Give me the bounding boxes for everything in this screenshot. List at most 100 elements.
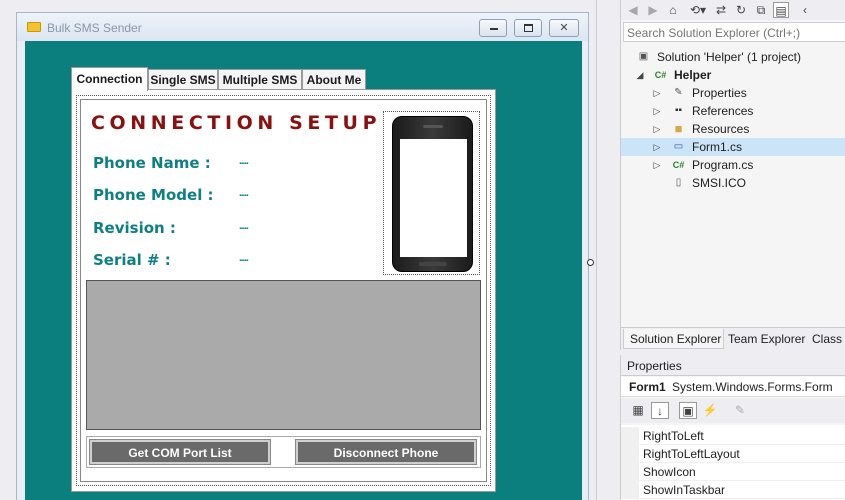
log-textarea[interactable] <box>86 280 481 430</box>
revision-value: ..... <box>239 221 249 232</box>
tree-item-properties[interactable]: ▷ ✎ Properties <box>621 84 845 102</box>
forward-icon[interactable]: ▶ <box>645 2 661 18</box>
solution-search-box[interactable] <box>623 22 845 42</box>
tree-item-label: Program.cs <box>692 158 754 172</box>
collapsed-arrow-icon[interactable]: ▷ <box>652 105 662 117</box>
form-client-area: Connection Single SMS Multiple SMS About… <box>25 41 582 500</box>
sync-icon[interactable]: ⇄ <box>713 2 729 18</box>
collapsed-arrow-icon[interactable]: ▷ <box>652 87 662 99</box>
solution-icon: ▣ <box>638 51 649 62</box>
phone-picturebox[interactable] <box>383 111 480 275</box>
tree-item-helper[interactable]: ◢ C# Helper <box>621 66 845 84</box>
phone-model-value: ..... <box>239 188 249 199</box>
home-icon[interactable]: ⌂ <box>665 2 681 18</box>
property-name: ShowIcon <box>643 465 696 479</box>
alphabetical-icon[interactable]: ↓ <box>651 402 669 419</box>
panel-container: CONNECTION SETUP Phone Name : ..... Phon… <box>76 95 491 486</box>
close-button[interactable]: ✕ <box>549 19 579 37</box>
tab-about-me[interactable]: About Me <box>302 69 366 90</box>
properties-icon[interactable]: ▣ <box>679 402 697 419</box>
phone-home-bar <box>419 262 447 266</box>
tree-item-resources[interactable]: ▷ ■ Resources <box>621 120 845 138</box>
maximize-button[interactable] <box>514 19 542 37</box>
collapsed-arrow-icon[interactable]: ▷ <box>652 159 662 171</box>
collapsed-arrow-icon[interactable]: ▷ <box>652 141 662 153</box>
events-icon[interactable]: ⚡ <box>701 402 719 419</box>
revision-label: Revision : <box>93 219 176 237</box>
property-row[interactable]: ShowInTaskbar <box>621 481 845 499</box>
solution-explorer: ◀ ▶ ⌂ ⟲▾ ⇄ ↻ ⧉ ▤ ‹ ▣ Solution 'Helper' (… <box>620 0 845 350</box>
property-pages-icon[interactable]: ✎ <box>731 402 749 419</box>
tab-class-view[interactable]: Class V <box>812 329 845 349</box>
tree-item-references[interactable]: ▷ ▪▪ References <box>621 102 845 120</box>
folder-icon: ■ <box>674 121 683 136</box>
properties-object-selector[interactable]: Form1 System.Windows.Forms.Form <box>621 377 845 397</box>
tree-item-program[interactable]: ▷ C# Program.cs <box>621 156 845 174</box>
solution-search-input[interactable] <box>627 25 842 40</box>
property-gutter <box>621 445 639 463</box>
properties-header: Properties <box>621 355 845 376</box>
properties-object-name: Form1 <box>629 380 666 394</box>
tree-item-label: Solution 'Helper' (1 project) <box>657 50 801 64</box>
tab-connection[interactable]: Connection <box>71 67 148 91</box>
csharp-file-icon: C# <box>672 160 685 170</box>
tree-item-form1[interactable]: ▷ ▭ Form1.cs <box>621 138 845 156</box>
form-titlebar[interactable]: Bulk SMS Sender ✕ <box>17 13 588 41</box>
form-icon: ▭ <box>673 141 684 152</box>
wrench-icon: ✎ <box>674 87 683 98</box>
serial-label: Serial # : <box>93 251 171 269</box>
property-row[interactable]: RightToLeft <box>621 427 845 445</box>
show-all-files-icon[interactable]: ▤ <box>773 2 789 18</box>
minimize-button[interactable] <box>479 19 507 37</box>
connection-tab-panel: CONNECTION SETUP Phone Name : ..... Phon… <box>71 89 496 492</box>
maximize-icon <box>524 24 533 32</box>
tab-single-sms[interactable]: Single SMS <box>148 69 218 90</box>
close-icon: ✕ <box>559 22 569 34</box>
refresh-icon[interactable]: ↻ <box>733 2 749 18</box>
form-resize-handle[interactable] <box>587 259 594 266</box>
ico-file-icon: ▯ <box>675 177 682 188</box>
collapsed-arrow-icon[interactable]: ▷ <box>652 123 662 135</box>
references-icon: ▪▪ <box>674 105 683 116</box>
connection-setup-title: CONNECTION SETUP <box>91 112 382 134</box>
solution-tree: ▣ Solution 'Helper' (1 project) ◢ C# Hel… <box>621 46 845 326</box>
solution-explorer-toolbar: ◀ ▶ ⌂ ⟲▾ ⇄ ↻ ⧉ ▤ ‹ <box>621 0 845 20</box>
back-icon[interactable]: ◀ <box>625 2 641 18</box>
history-icon[interactable]: ⟲▾ <box>687 2 709 18</box>
form-app-icon <box>27 22 41 32</box>
solution-explorer-tabs: Solution Explorer Team Explorer Class V <box>621 327 845 350</box>
property-name: ShowInTaskbar <box>643 483 726 497</box>
categorized-icon[interactable]: ▦ <box>629 402 647 419</box>
property-gutter <box>621 463 639 481</box>
get-com-port-list-button[interactable]: Get COM Port List <box>89 439 271 465</box>
tab-solution-explorer[interactable]: Solution Explorer <box>623 329 724 349</box>
tree-item-smsi-ico[interactable]: ▯ SMSI.ICO <box>621 174 845 192</box>
tab-team-explorer[interactable]: Team Explorer <box>728 329 805 349</box>
tree-item-label: Helper <box>674 68 712 82</box>
phone-image <box>392 116 473 272</box>
collapse-all-icon[interactable]: ⧉ <box>753 2 769 18</box>
form-window[interactable]: Bulk SMS Sender ✕ Connection Single SMS … <box>16 12 589 500</box>
tree-item-solution[interactable]: ▣ Solution 'Helper' (1 project) <box>621 48 845 66</box>
property-name: RightToLeft <box>643 429 704 443</box>
csharp-project-icon: C# <box>654 70 667 80</box>
property-row[interactable]: ShowIcon <box>621 463 845 481</box>
properties-window: Properties Form1 System.Windows.Forms.Fo… <box>620 355 845 500</box>
ide-window: Bulk SMS Sender ✕ Connection Single SMS … <box>0 0 845 500</box>
tree-item-label: Resources <box>692 122 750 136</box>
phone-name-label: Phone Name : <box>93 154 211 172</box>
panel-splitter[interactable] <box>597 0 620 500</box>
minimize-icon <box>490 28 498 30</box>
disconnect-phone-button[interactable]: Disconnect Phone <box>295 439 477 465</box>
more-icon[interactable]: ‹ <box>797 2 813 18</box>
tab-multiple-sms[interactable]: Multiple SMS <box>218 69 302 90</box>
expanded-arrow-icon[interactable]: ◢ <box>635 69 645 81</box>
property-row[interactable]: RightToLeftLayout <box>621 445 845 463</box>
property-gutter <box>621 481 639 499</box>
serial-value: ..... <box>239 253 249 264</box>
tree-item-label: Properties <box>692 86 747 100</box>
tree-item-label: SMSI.ICO <box>692 176 747 190</box>
phone-earpiece <box>423 125 443 128</box>
connection-group: CONNECTION SETUP Phone Name : ..... Phon… <box>80 99 487 482</box>
phone-screen <box>400 139 467 257</box>
